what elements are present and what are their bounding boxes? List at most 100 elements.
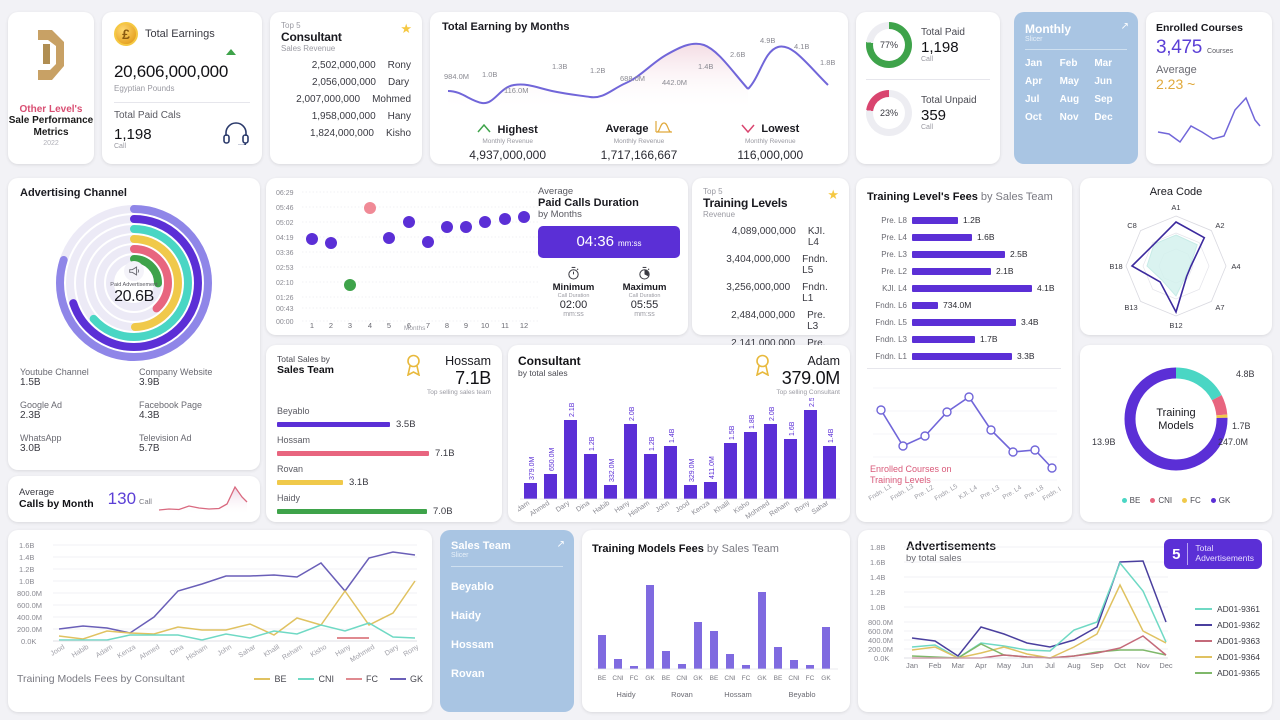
tmf-consultant-legend: BE CNI FC GK	[254, 674, 423, 684]
svg-text:Dina: Dina	[169, 644, 185, 658]
svg-text:800.0M: 800.0M	[17, 589, 42, 598]
brand-line-2: Sale Performance Metrics	[8, 115, 94, 138]
month-buttons: Jan Feb Mar Apr May Jun Jul Aug Sep Oct …	[1025, 58, 1127, 123]
team-sales-h1: Total Sales by	[277, 354, 330, 364]
svg-text:Ahmed: Ahmed	[529, 500, 551, 518]
month-jul[interactable]: Jul	[1025, 94, 1058, 105]
top-team-sub: Top selling sales team	[427, 389, 491, 396]
total-advertisements-chip: 5 Total Advertisements	[1164, 539, 1262, 569]
headset-icon	[222, 121, 250, 150]
advertising-channel-card: Advertising Channel Paid Advertisement 2…	[8, 178, 260, 470]
team-slicer-item-rovan[interactable]: Rovan	[451, 668, 563, 680]
brand-card: Other Level's Sale Performance Metrics 2…	[8, 12, 94, 164]
total-earnings-label: Total Earnings	[145, 28, 215, 40]
currency-coin-icon: £	[114, 22, 138, 46]
svg-text:Kenza: Kenza	[691, 500, 711, 517]
team-bar: Rovan 3.1B	[277, 464, 491, 488]
team-bar-value: 3.1B	[349, 477, 369, 488]
svg-text:1.2B: 1.2B	[590, 66, 605, 75]
expand-icon[interactable]: ↗	[1121, 21, 1129, 32]
svg-text:Mohmed: Mohmed	[349, 644, 376, 664]
team-slicer-item-haidy[interactable]: Haidy	[451, 610, 563, 622]
list-item: 3,256,000,000 Fndn. L1	[726, 282, 828, 304]
divider	[451, 566, 563, 567]
minimum-label: Minimum	[552, 282, 595, 293]
area-code-card: Area Code A1 A2 A4 A7 B12 B13 B18 C8	[1080, 178, 1272, 335]
legend-gk: GK	[1210, 496, 1230, 505]
stat-value: 1,717,166,667	[600, 148, 678, 162]
total-paid-calls-unit: Call	[114, 143, 127, 150]
earning-stats-row: Highest Monthly Revenue 4,937,000,000 Av…	[442, 120, 836, 162]
month-sep[interactable]: Sep	[1094, 94, 1127, 105]
top5-eyebrow: Top 5	[703, 187, 723, 196]
advertising-center-value: 20.6B	[114, 287, 154, 305]
paid-label: Total Paid	[921, 27, 965, 38]
month-feb[interactable]: Feb	[1060, 58, 1093, 69]
svg-text:1.2B: 1.2B	[649, 436, 656, 451]
svg-text:650.0M: 650.0M	[549, 447, 556, 471]
paid-gauge: 77%	[866, 22, 912, 68]
svg-text:800.0M: 800.0M	[868, 618, 893, 627]
svg-text:02:10: 02:10	[276, 280, 294, 287]
month-jun[interactable]: Jun	[1094, 76, 1127, 87]
svg-text:Sahar: Sahar	[811, 499, 831, 516]
svg-text:CNI: CNI	[724, 675, 735, 682]
monthly-slicer-title: Monthly	[1025, 22, 1071, 36]
paid-calls-duration-card: 06:29 05:46 05:02 04:19 03:36 02:53 02:1…	[266, 178, 688, 335]
brand-line-1: Other Level's	[19, 104, 83, 115]
stat-sub: Monthly Revenue	[482, 138, 533, 145]
duration-label-2: Paid Calls Duration	[538, 197, 639, 209]
tlf-title-rest: by Sales Team	[977, 191, 1053, 203]
month-may[interactable]: May	[1060, 76, 1093, 87]
top-consultant-value: 379.0M	[781, 368, 841, 388]
caret-down-icon	[741, 120, 755, 138]
team-slicer-subtitle: Slicer	[451, 552, 469, 559]
team-slicer-item-beyablo[interactable]: Beyablo	[451, 581, 563, 593]
monthly-slicer[interactable]: ↗ Monthly Slicer Jan Feb Mar Apr May Jun…	[1014, 12, 1138, 164]
month-aug[interactable]: Aug	[1060, 94, 1093, 105]
svg-text:Hany: Hany	[334, 643, 352, 658]
month-mar[interactable]: Mar	[1094, 58, 1127, 69]
consultants-subtitle: by total sales	[518, 368, 568, 378]
ads-count: 5	[1172, 545, 1181, 563]
month-apr[interactable]: Apr	[1025, 76, 1058, 87]
month-dec[interactable]: Dec	[1094, 112, 1127, 123]
svg-text:688.0M: 688.0M	[620, 74, 645, 83]
list-item: 3,404,000,000 Fndn. L5	[726, 254, 828, 276]
svg-text:00:43: 00:43	[276, 306, 294, 313]
month-nov[interactable]: Nov	[1060, 112, 1093, 123]
avg-calls-labels: Average Calls by Month	[19, 487, 94, 512]
month-oct[interactable]: Oct	[1025, 112, 1058, 123]
svg-text:984.0M: 984.0M	[444, 72, 469, 81]
svg-text:5: 5	[387, 321, 391, 330]
team-bar-name: Hossam	[277, 435, 311, 445]
month-jan[interactable]: Jan	[1025, 58, 1058, 69]
svg-text:Khalil: Khalil	[263, 644, 282, 659]
top5-levels-subtitle: Revenue	[703, 210, 736, 219]
svg-text:7: 7	[426, 321, 430, 330]
svg-text:Dina: Dina	[575, 500, 591, 514]
top5-consultant-card: ★ Top 5 Consultant Sales Revenue 2,502,0…	[270, 12, 422, 164]
svg-text:Rony: Rony	[794, 500, 812, 515]
top5-consultant-list: 2,502,000,000 Rony 2,056,000,000 Dary 2,00…	[281, 60, 411, 139]
list-item: 2,502,000,000 Rony	[311, 60, 411, 71]
donut-label-gk: 13.9B	[1092, 437, 1116, 447]
expand-icon[interactable]: ↗	[557, 539, 565, 550]
svg-text:1.0B: 1.0B	[19, 577, 34, 586]
svg-text:CNI: CNI	[788, 675, 799, 682]
donut-label-fc: 247.0M	[1218, 437, 1248, 447]
legend-fc: FC	[345, 674, 378, 684]
sales-team-slicer[interactable]: ↗ Sales Team Slicer Beyablo Haidy Hossam…	[440, 530, 574, 712]
legend-be: BE	[1121, 496, 1140, 505]
svg-text:Ahmed: Ahmed	[139, 644, 162, 662]
bar-row: Pre. L4 1.6B	[881, 232, 995, 242]
brand-year: 2022	[43, 140, 59, 147]
svg-text:3: 3	[348, 321, 352, 330]
tlf-title-bold: Training Level's Fees	[867, 191, 978, 203]
team-bar-value: 3.5B	[396, 419, 416, 430]
legend-item-google-ad: Google Ad 2.3B	[20, 400, 63, 421]
svg-text:Aug: Aug	[1067, 661, 1080, 670]
svg-text:Jan: Jan	[906, 661, 918, 670]
legend-item-company-website: Company Website 3.9B	[139, 367, 213, 388]
team-slicer-item-hossam[interactable]: Hossam	[451, 639, 563, 651]
